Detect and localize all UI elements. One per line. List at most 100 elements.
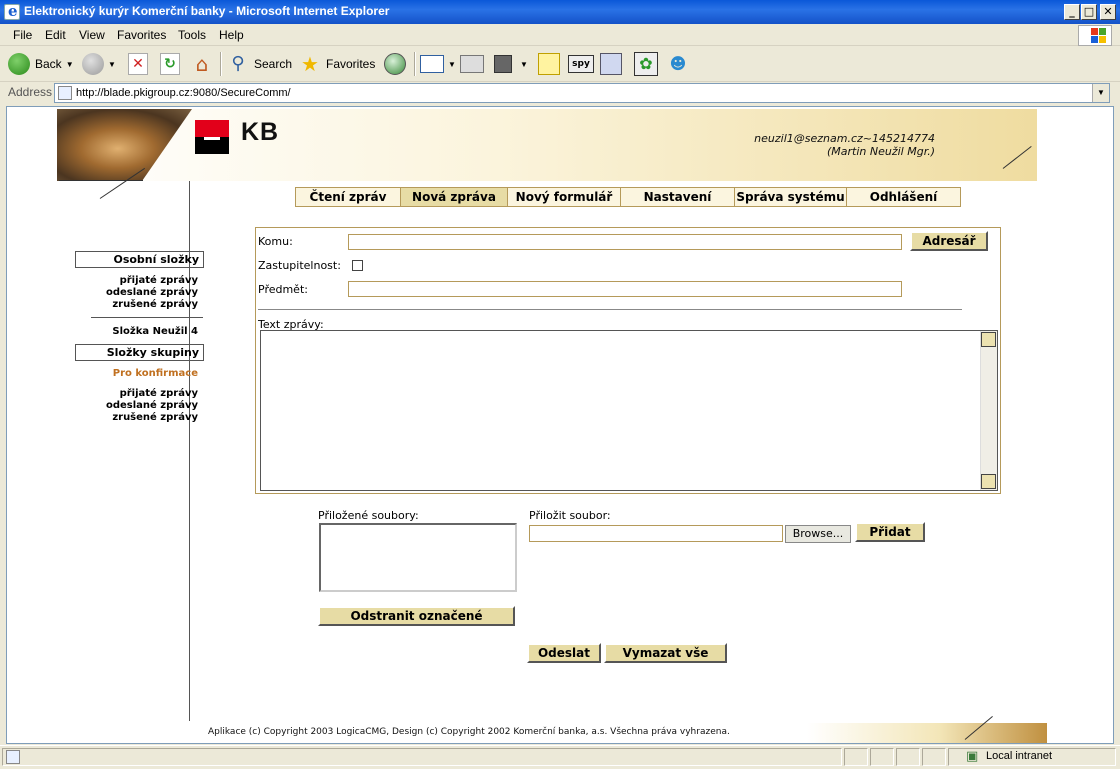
decor-line [59, 180, 143, 181]
menu-edit[interactable]: Edit [45, 28, 66, 42]
user-email: neuzil1@seznam.cz~145214774 [754, 132, 935, 145]
menu-file[interactable]: File [13, 28, 32, 42]
notes-button[interactable] [538, 51, 560, 77]
menu-help[interactable]: Help [219, 28, 244, 42]
messenger-button[interactable]: ☻ [666, 51, 690, 77]
message-form: Komu: Adresář Zastupitelnost: Předmět: T… [255, 227, 1001, 494]
tab-new-message[interactable]: Nová zpráva [401, 187, 508, 207]
address-url: http://blade.pkigroup.cz:9080/SecureComm… [76, 87, 291, 99]
substitute-checkbox[interactable] [352, 260, 363, 271]
edit-button[interactable]: ▼ [494, 51, 528, 77]
windows-logo-icon [1078, 25, 1112, 46]
send-button[interactable]: Odeslat [527, 643, 601, 663]
user-name: (Martin Neužil Mgr.) [826, 145, 935, 158]
close-button[interactable]: ✕ [1100, 4, 1116, 20]
header-banner: KB neuzil1@seznam.cz~145214774 (Martin N… [57, 109, 1037, 181]
spy-icon: spy [568, 55, 594, 73]
stop-button[interactable]: ✕ [128, 51, 148, 77]
search-button[interactable]: ⚲ Search [226, 51, 292, 77]
internet-explorer-icon [4, 2, 20, 20]
message-body-textarea[interactable] [260, 330, 998, 491]
sidebar-item-received[interactable]: přijaté zprávy [120, 275, 198, 286]
favorites-button[interactable]: ★ Favorites [298, 51, 375, 77]
status-pane [922, 748, 946, 766]
star-icon: ★ [301, 52, 319, 76]
address-input[interactable]: http://blade.pkigroup.cz:9080/SecureComm… [54, 83, 1110, 103]
clear-all-button[interactable]: Vymazat vše [604, 643, 727, 663]
research-icon [600, 53, 622, 75]
note-icon [538, 53, 560, 75]
status-pane [844, 748, 868, 766]
messenger-icon: ☻ [669, 54, 687, 73]
tab-read-messages[interactable]: Čtení zpráv [295, 187, 401, 207]
sidebar-group-received[interactable]: přijaté zprávy [120, 388, 198, 399]
search-icon: ⚲ [231, 53, 245, 74]
home-button[interactable]: ⌂ [190, 51, 214, 77]
banner-photo [57, 109, 192, 181]
add-attachment-button[interactable]: Přidat [855, 522, 925, 542]
substitute-label: Zastupitelnost: [258, 259, 341, 272]
mail-icon [420, 55, 444, 73]
menu-tools[interactable]: Tools [178, 28, 206, 42]
sidebar-item-cancelled[interactable]: zrušené zprávy [112, 299, 198, 310]
tab-new-form[interactable]: Nový formulář [508, 187, 621, 207]
to-input[interactable] [348, 234, 902, 250]
attached-files-list[interactable] [319, 523, 517, 592]
maximize-button[interactable]: □ [1081, 4, 1097, 20]
refresh-button[interactable]: ↻ [160, 51, 180, 77]
stop-icon: ✕ [128, 53, 148, 75]
tab-logout[interactable]: Odhlášení [847, 187, 961, 207]
scroll-up-arrow-icon[interactable] [981, 332, 996, 347]
body-scrollbar[interactable] [980, 331, 997, 490]
menu-view[interactable]: View [79, 28, 105, 42]
personal-folders-heading: Osobní složky [75, 251, 204, 268]
tab-settings[interactable]: Nastavení [621, 187, 735, 207]
sidebar-separator [91, 317, 203, 318]
tab-system-admin[interactable]: Správa systému [735, 187, 847, 207]
history-icon [384, 53, 406, 75]
back-arrow-icon [8, 53, 30, 75]
mail-button[interactable]: ▼ [420, 51, 456, 77]
sidebar-group-sent[interactable]: odeslané zprávy [106, 400, 198, 411]
print-button[interactable] [460, 51, 484, 77]
status-bar: ▣ Local intranet [0, 745, 1120, 769]
remove-selected-button[interactable]: Odstranit označené [318, 606, 515, 626]
group-folders-heading: Složky skupiny [75, 344, 204, 361]
address-label: Address [8, 85, 53, 99]
history-button[interactable] [384, 51, 406, 77]
attach-file-input[interactable] [529, 525, 783, 542]
menu-favorites[interactable]: Favorites [117, 28, 166, 42]
footer-banner [807, 723, 1047, 743]
edit-icon [494, 55, 512, 73]
sidebar-group-cancelled[interactable]: zrušené zprávy [112, 412, 198, 423]
form-divider [258, 309, 962, 310]
back-button[interactable]: Back ▼ [8, 51, 74, 77]
copyright-text: Aplikace (c) Copyright 2003 LogicaCMG, D… [208, 727, 730, 737]
status-pane [896, 748, 920, 766]
spy-button[interactable]: spy [568, 51, 594, 77]
icq-button[interactable]: ✿ [634, 51, 658, 77]
zone-label: Local intranet [986, 750, 1053, 762]
subject-label: Předmět: [258, 283, 308, 296]
sidebar-item-custom-folder[interactable]: Složka Neužil 4 [112, 326, 198, 337]
research-button[interactable] [600, 51, 622, 77]
scroll-down-arrow-icon[interactable] [981, 474, 996, 489]
kb-logo-icon [195, 120, 229, 154]
address-book-button[interactable]: Adresář [910, 231, 988, 251]
printer-icon [460, 55, 484, 73]
minimize-button[interactable]: _ [1064, 4, 1080, 20]
page-icon [58, 86, 72, 100]
subject-input[interactable] [348, 281, 902, 297]
address-bar: Address http://blade.pkigroup.cz:9080/Se… [0, 82, 1120, 104]
intranet-icon: ▣ [966, 749, 979, 764]
forward-button[interactable]: ▼ [82, 51, 116, 77]
kb-logo-text: KB [241, 118, 280, 146]
address-dropdown-icon[interactable]: ▼ [1092, 84, 1109, 102]
browse-button[interactable]: Browse... [785, 525, 851, 543]
forward-arrow-icon [82, 53, 104, 75]
main-tabs: Čtení zpráv Nová zpráva Nový formulář Na… [295, 187, 961, 207]
attach-file-label: Přiložit soubor: [529, 509, 611, 522]
sidebar-group-confirmation[interactable]: Pro konfirmace [113, 368, 198, 379]
sidebar-item-sent[interactable]: odeslané zprávy [106, 287, 198, 298]
toolbar: Back ▼ ▼ ✕ ↻ ⌂ ⚲ Search ★ Favorites ▼ ▼ s… [0, 46, 1120, 82]
